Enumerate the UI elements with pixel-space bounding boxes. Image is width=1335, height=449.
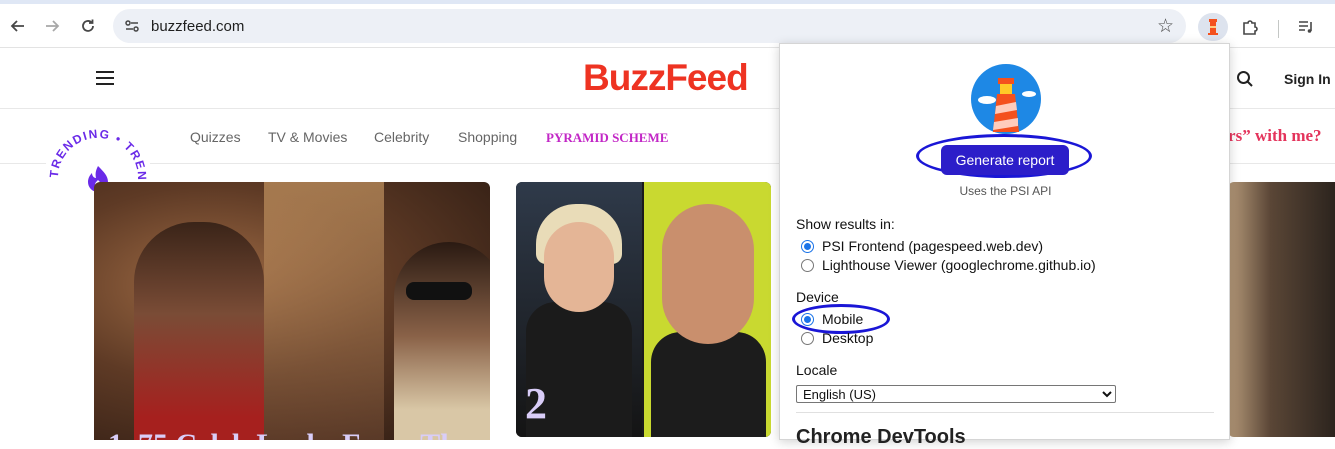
article-card-3[interactable] — [1228, 182, 1335, 437]
radio-button-checked[interactable] — [801, 239, 814, 253]
reload-button[interactable] — [74, 12, 102, 40]
radio-label: Mobile — [822, 311, 864, 327]
address-bar[interactable]: buzzfeed.com ☆ — [113, 9, 1186, 43]
media-controls-button[interactable] — [1292, 13, 1320, 41]
url-text: buzzfeed.com — [151, 18, 245, 35]
lighthouse-extension-button[interactable] — [1198, 13, 1228, 41]
radio-label: Lighthouse Viewer (googlechrome.github.i… — [822, 257, 1096, 273]
radio-label: Desktop — [822, 330, 874, 346]
reload-icon — [82, 19, 94, 32]
radio-button[interactable] — [801, 258, 814, 272]
radio-psi-frontend[interactable]: PSI Frontend (pagespeed.web.dev) — [801, 237, 1043, 255]
card-1-caption[interactable]: 1. 75 Celeb Looks From The — [108, 428, 470, 440]
card-image-person — [134, 222, 264, 440]
radio-button[interactable] — [801, 331, 814, 345]
menu-icon[interactable] — [96, 71, 114, 85]
locale-select[interactable]: English (US) — [796, 385, 1116, 403]
nav-quizzes[interactable]: Quizzes — [190, 129, 241, 145]
show-results-label: Show results in: — [796, 216, 895, 232]
popup-divider — [796, 412, 1214, 413]
card-image-face — [544, 222, 614, 312]
nav-shopping[interactable]: Shopping — [458, 129, 517, 145]
nav-pyramid-scheme[interactable]: PYRAMID SCHEME — [546, 130, 668, 146]
card-image-sunglasses — [406, 282, 472, 300]
forward-button[interactable] — [38, 12, 66, 40]
extensions-button[interactable] — [1236, 13, 1264, 41]
devtools-heading: Chrome DevTools — [796, 426, 966, 448]
device-label: Device — [796, 289, 839, 305]
site-settings-icon[interactable] — [123, 17, 141, 35]
lighthouse-popup: Generate report Uses the PSI API Show re… — [779, 43, 1230, 448]
card-image-person — [394, 242, 490, 440]
puzzle-icon — [1243, 20, 1258, 35]
card-image-person — [651, 332, 766, 437]
card-image-glow — [264, 182, 384, 440]
psi-api-note: Uses the PSI API — [959, 184, 1052, 198]
toolbar-divider — [1278, 20, 1279, 38]
radio-button-checked[interactable] — [801, 312, 814, 326]
media-queue-icon — [1299, 21, 1312, 33]
generate-report-button[interactable]: Generate report — [941, 145, 1069, 175]
search-icon[interactable] — [1236, 70, 1254, 88]
article-card-1[interactable]: 1. 75 Celeb Looks From The — [94, 182, 490, 440]
bookmark-star-icon[interactable]: ☆ — [1157, 15, 1174, 38]
radio-mobile[interactable]: Mobile — [801, 310, 863, 328]
locale-label: Locale — [796, 362, 838, 378]
lighthouse-logo-icon — [971, 64, 1041, 134]
browser-toolbar: buzzfeed.com ☆ — [0, 4, 1335, 48]
card-image-face — [662, 204, 754, 344]
radio-label: PSI Frontend (pagespeed.web.dev) — [822, 238, 1044, 254]
card-2-number: 2 — [525, 379, 547, 428]
article-card-2[interactable]: 2 — [516, 182, 771, 437]
radio-lighthouse-viewer[interactable]: Lighthouse Viewer (googlechrome.github.i… — [801, 256, 1096, 274]
sign-in-link[interactable]: Sign In — [1284, 71, 1331, 87]
lighthouse-icon — [1208, 19, 1218, 35]
radio-desktop[interactable]: Desktop — [801, 329, 873, 347]
arrow-right-icon — [46, 20, 60, 32]
nav-celebrity[interactable]: Celebrity — [374, 129, 429, 145]
buzzfeed-logo[interactable]: BuzzFeed — [583, 57, 749, 99]
back-button[interactable] — [4, 12, 32, 40]
nav-tv-movies[interactable]: TV & Movies — [268, 129, 347, 145]
arrow-left-icon — [10, 20, 24, 32]
